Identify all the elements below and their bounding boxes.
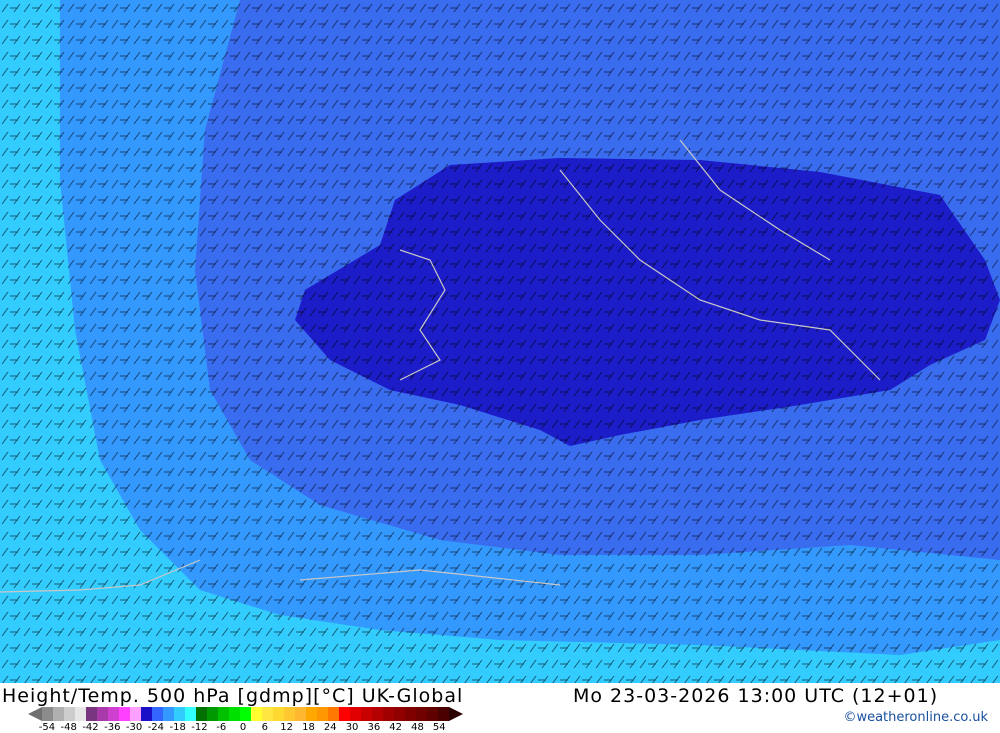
scale-swatch: [361, 707, 372, 721]
scale-ticks: -54 -48 -42 -36 -30 -24 -18 -12 -6 0 6 12 18 24 30 36 42…: [36, 722, 450, 733]
scale-tick-label: -12: [191, 722, 208, 733]
scale-swatch: [53, 707, 64, 721]
scale-tick-label: 48: [411, 722, 424, 733]
scale-tick-label: -6: [216, 722, 227, 733]
scale-tick-label: 42: [389, 722, 403, 733]
scale-tick-label: 6: [261, 722, 269, 733]
scale-swatch: [42, 707, 53, 721]
scale-swatch: [174, 707, 185, 721]
scale-swatch: [119, 707, 130, 721]
weather-map: [0, 0, 1000, 683]
scale-tick-label: 12: [280, 722, 294, 733]
scale-swatch: [438, 707, 449, 721]
scale-swatch: [306, 707, 317, 721]
scale-swatch: [97, 707, 108, 721]
scale-swatch: [262, 707, 273, 721]
scale-swatch: [427, 707, 438, 721]
scale-tick-label: -36: [104, 722, 121, 733]
scale-swatch: [75, 707, 86, 721]
scale-swatch: [383, 707, 394, 721]
scale-swatch: [185, 707, 196, 721]
scale-swatch: [295, 707, 306, 721]
scale-swatch: [284, 707, 295, 721]
scale-tick-label: 0: [239, 722, 247, 733]
credit-link[interactable]: ©weatheronline.co.uk: [843, 710, 988, 725]
scale-swatch: [372, 707, 383, 721]
forecast-datetime: Mo 23-03-2026 13:00 UTC (12+01): [573, 685, 939, 707]
scale-tick-label: -48: [60, 722, 77, 733]
scale-tick-label: 18: [302, 722, 315, 733]
scale-swatch: [141, 707, 152, 721]
scale-arrow-right: [449, 707, 463, 721]
scale-swatch: [64, 707, 75, 721]
map-footer: Height/Temp. 500 hPa [gdmp][°C] UK-Globa…: [0, 683, 1000, 733]
scale-arrow-left: [28, 707, 42, 721]
scale-swatch: [405, 707, 416, 721]
scale-swatch: [350, 707, 361, 721]
color-scale: [28, 707, 463, 721]
scale-tick-label: -24: [147, 722, 165, 733]
scale-tick-label: -30: [125, 722, 143, 733]
scale-swatch: [218, 707, 229, 721]
scale-swatch: [416, 707, 427, 721]
scale-swatch: [196, 707, 207, 721]
scale-tick-label: 24: [323, 722, 337, 733]
scale-tick-label: -18: [169, 722, 186, 733]
scale-swatch: [86, 707, 97, 721]
scale-swatch: [229, 707, 240, 721]
scale-swatch: [152, 707, 163, 721]
scale-swatch: [328, 707, 339, 721]
scale-swatch: [207, 707, 218, 721]
scale-swatch: [251, 707, 262, 721]
scale-tick-label: -42: [82, 722, 99, 733]
scale-swatch: [273, 707, 284, 721]
scale-swatch: [108, 707, 119, 721]
scale-tick-label: 54: [432, 722, 446, 733]
map-title: Height/Temp. 500 hPa [gdmp][°C] UK-Globa…: [2, 685, 464, 707]
scale-swatch: [130, 707, 141, 721]
scale-tick-label: 30: [345, 722, 359, 733]
scale-tick-label: -54: [38, 722, 56, 733]
scale-swatch: [317, 707, 328, 721]
scale-tick-label: 36: [367, 722, 381, 733]
scale-swatch: [339, 707, 350, 721]
scale-swatch: [394, 707, 405, 721]
scale-swatch: [240, 707, 251, 721]
scale-swatch: [163, 707, 174, 721]
